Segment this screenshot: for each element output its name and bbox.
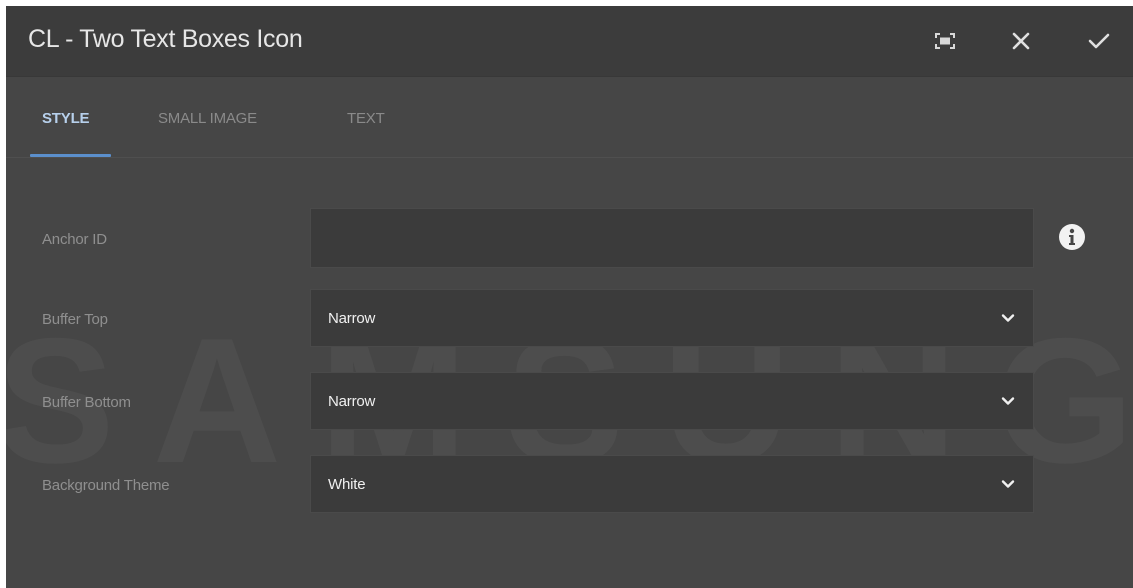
tab-bar: STYLE SMALL IMAGE TEXT (6, 77, 1133, 158)
fullscreen-button[interactable] (928, 24, 962, 58)
chevron-down-icon (1001, 397, 1015, 405)
tab-small-image[interactable]: SMALL IMAGE (158, 110, 257, 127)
close-button[interactable] (1004, 24, 1038, 58)
chevron-down-icon (1001, 480, 1015, 488)
background-theme-value: White (328, 476, 366, 493)
tab-text[interactable]: TEXT (347, 110, 385, 127)
title-bar: CL - Two Text Boxes Icon (6, 6, 1133, 77)
buffer-bottom-label: Buffer Bottom (42, 394, 131, 411)
anchor-id-input[interactable] (310, 208, 1034, 268)
buffer-bottom-select[interactable]: Narrow (310, 372, 1034, 430)
buffer-top-label: Buffer Top (42, 311, 108, 328)
done-button[interactable] (1082, 24, 1116, 58)
buffer-top-select[interactable]: Narrow (310, 289, 1034, 347)
background-theme-label: Background Theme (42, 477, 170, 494)
tab-style[interactable]: STYLE (42, 110, 90, 127)
anchor-id-label: Anchor ID (42, 231, 107, 248)
buffer-top-value: Narrow (328, 310, 376, 327)
dialog: SAMSUNG CL - Two Text Boxes Icon STYLE S… (6, 6, 1133, 588)
active-tab-indicator (30, 154, 111, 157)
checkmark-icon (1088, 33, 1110, 49)
close-icon (1012, 32, 1030, 50)
info-icon[interactable] (1058, 223, 1086, 251)
buffer-bottom-value: Narrow (328, 393, 376, 410)
background-theme-select[interactable]: White (310, 455, 1034, 513)
chevron-down-icon (1001, 314, 1015, 322)
dialog-title: CL - Two Text Boxes Icon (28, 25, 303, 53)
fullscreen-icon (935, 33, 955, 49)
